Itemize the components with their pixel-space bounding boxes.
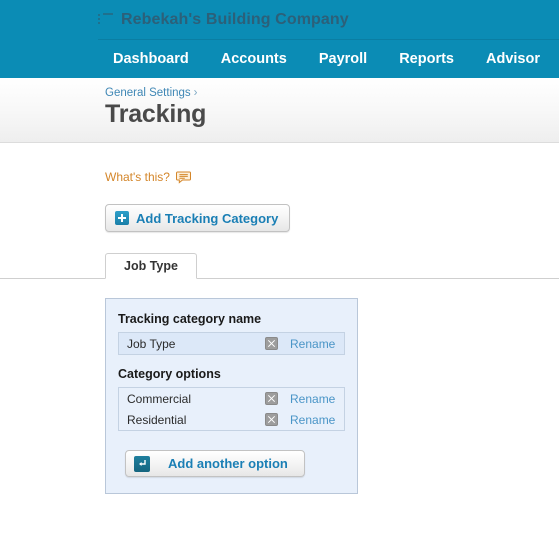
app-header: Rebekah's Building Company Dashboard Acc…: [0, 0, 559, 78]
header-divider: [98, 39, 559, 40]
nav-item-reports[interactable]: Reports: [399, 51, 454, 67]
breadcrumb-link-general-settings[interactable]: General Settings: [105, 87, 191, 99]
company-name: Rebekah's Building Company: [121, 10, 349, 28]
tracking-category-panel: Tracking category name Job Type Rename C…: [105, 298, 358, 494]
rename-option-link[interactable]: Rename: [290, 392, 337, 406]
option-name-value: Residential: [127, 412, 187, 427]
category-name-value: Job Type: [127, 336, 176, 351]
whats-this-link[interactable]: What's this?: [105, 170, 191, 184]
close-x-icon[interactable]: [265, 413, 278, 426]
table-row: Residential Rename: [119, 409, 344, 430]
tab-strip: Job Type: [0, 253, 559, 279]
whats-this-label: What's this?: [105, 170, 170, 184]
nav-item-payroll[interactable]: Payroll: [319, 51, 367, 67]
rename-category-link[interactable]: Rename: [290, 337, 337, 351]
page-title-band: General Settings › Tracking: [0, 78, 559, 143]
list-menu-icon[interactable]: [98, 13, 113, 26]
main-content: What's this? Add Tracking Category Job T…: [0, 170, 559, 494]
breadcrumb-separator: ›: [193, 87, 198, 99]
tracking-category-name-box: Job Type Rename: [118, 332, 345, 355]
category-options-heading: Category options: [118, 367, 221, 381]
option-name-value: Commercial: [127, 391, 192, 406]
nav-item-advisor[interactable]: Advisor: [486, 51, 540, 67]
tab-job-type[interactable]: Job Type: [105, 253, 197, 279]
plus-square-icon: [115, 211, 129, 225]
speech-bubble-icon: [175, 171, 191, 184]
tracking-category-name-heading: Tracking category name: [118, 312, 262, 326]
add-tracking-category-button[interactable]: Add Tracking Category: [105, 204, 291, 232]
page-title: Tracking: [105, 100, 207, 128]
nav-item-accounts[interactable]: Accounts: [221, 51, 287, 67]
close-x-icon[interactable]: [265, 392, 278, 405]
brand-row: Rebekah's Building Company: [0, 0, 559, 39]
breadcrumb: General Settings ›: [105, 87, 559, 99]
primary-nav: Dashboard Accounts Payroll Reports Advis…: [0, 39, 559, 78]
add-another-option-button[interactable]: Add another option: [125, 450, 305, 477]
add-tracking-category-label: Add Tracking Category: [136, 210, 279, 226]
enter-arrow-icon: [134, 455, 150, 472]
table-row: Job Type Rename: [119, 333, 344, 354]
rename-option-link[interactable]: Rename: [290, 413, 337, 427]
add-another-option-label: Add another option: [168, 456, 288, 471]
nav-item-dashboard[interactable]: Dashboard: [113, 51, 189, 67]
table-row: Commercial Rename: [119, 388, 344, 409]
category-options-box: Commercial Rename Residential Rename: [118, 387, 345, 431]
close-x-icon[interactable]: [265, 337, 278, 350]
tab-job-type-label: Job Type: [124, 259, 178, 273]
